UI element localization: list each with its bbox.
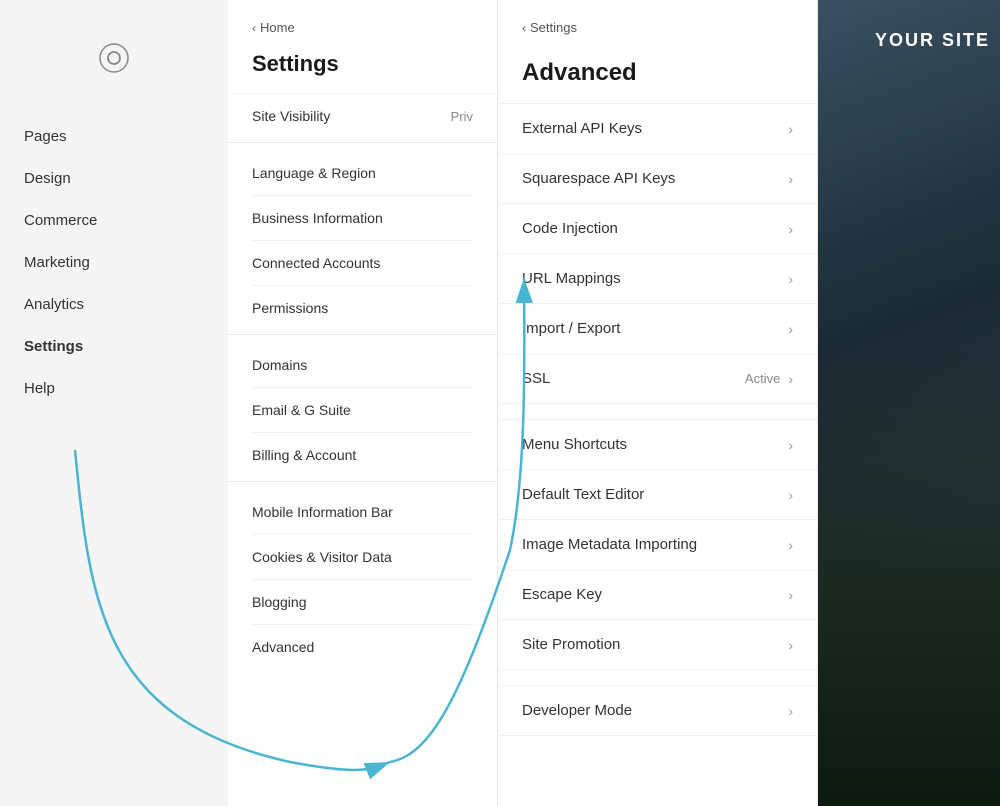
settings-panel: ‹ Home Settings Site Visibility Priv Lan… <box>228 0 498 806</box>
cookies-visitor-data-label: Cookies & Visitor Data <box>252 549 392 565</box>
squarespace-api-keys-row[interactable]: Squarespace API Keys › <box>498 154 817 204</box>
permissions-row[interactable]: Permissions <box>252 286 473 330</box>
escape-key-row[interactable]: Escape Key › <box>498 570 817 620</box>
chevron-right-icon-6: › <box>788 371 793 387</box>
preview-panel: YOUR SITE <box>818 0 1000 806</box>
email-gsuite-row[interactable]: Email & G Suite <box>252 388 473 433</box>
external-api-keys-row[interactable]: External API Keys › <box>498 104 817 154</box>
sidebar: Pages Design Commerce Marketing Analytic… <box>0 0 228 806</box>
domains-row[interactable]: Domains <box>252 343 473 388</box>
site-visibility-row[interactable]: Site Visibility Priv <box>252 94 473 138</box>
ssl-row[interactable]: SSL Active › <box>498 354 817 404</box>
site-promotion-row[interactable]: Site Promotion › <box>498 620 817 670</box>
business-information-row[interactable]: Business Information <box>252 196 473 241</box>
back-to-settings-link[interactable]: ‹ Settings <box>498 0 817 35</box>
chevron-right-icon-4: › <box>788 271 793 287</box>
settings-group-3: Mobile Information Bar Cookies & Visitor… <box>228 481 497 669</box>
advanced-title: Advanced <box>522 59 793 87</box>
chevron-right-icon-10: › <box>788 587 793 603</box>
advanced-panel-title-wrap: Advanced <box>498 51 817 104</box>
settings-group-1: Language & Region Business Information C… <box>228 142 497 330</box>
mobile-information-bar-row[interactable]: Mobile Information Bar <box>252 490 473 535</box>
back-to-settings-label: Settings <box>530 20 577 35</box>
menu-shortcuts-row[interactable]: Menu Shortcuts › <box>498 420 817 470</box>
external-api-keys-label: External API Keys <box>522 120 642 137</box>
back-to-home-link[interactable]: ‹ Home <box>252 20 473 35</box>
import-export-label: Import / Export <box>522 320 620 337</box>
permissions-label: Permissions <box>252 300 328 316</box>
import-export-row[interactable]: Import / Export › <box>498 304 817 354</box>
email-gsuite-label: Email & G Suite <box>252 402 351 418</box>
cookies-visitor-data-row[interactable]: Cookies & Visitor Data <box>252 535 473 580</box>
chevron-right-icon-7: › <box>788 437 793 453</box>
image-metadata-label: Image Metadata Importing <box>522 536 697 553</box>
ssl-label: SSL <box>522 370 550 387</box>
chevron-right-icon-2: › <box>788 171 793 187</box>
sidebar-item-analytics[interactable]: Analytics <box>24 284 204 326</box>
chevron-right-icon-8: › <box>788 487 793 503</box>
sidebar-item-help[interactable]: Help <box>24 368 204 410</box>
connected-accounts-label: Connected Accounts <box>252 255 380 271</box>
chevron-right-icon-3: › <box>788 221 793 237</box>
url-mappings-row[interactable]: URL Mappings › <box>498 254 817 304</box>
billing-account-row[interactable]: Billing & Account <box>252 433 473 477</box>
billing-account-label: Billing & Account <box>252 447 356 463</box>
back-chevron-icon-2: ‹ <box>522 21 526 35</box>
chevron-right-icon-11: › <box>788 637 793 653</box>
chevron-right-icon: › <box>788 121 793 137</box>
sidebar-item-commerce[interactable]: Commerce <box>24 200 204 242</box>
site-visibility-label: Site Visibility <box>252 108 330 124</box>
advanced-panel: ‹ Settings Advanced External API Keys › … <box>498 0 818 806</box>
preview-site-text: YOUR SITE <box>875 30 990 51</box>
back-label: Home <box>260 20 295 35</box>
preview-trees-overlay <box>818 322 1000 806</box>
connected-accounts-row[interactable]: Connected Accounts <box>252 241 473 286</box>
sidebar-item-settings[interactable]: Settings <box>24 326 204 368</box>
language-region-row[interactable]: Language & Region <box>252 151 473 196</box>
default-text-editor-row[interactable]: Default Text Editor › <box>498 470 817 520</box>
ssl-active-status: Active <box>745 371 780 386</box>
settings-group-2-section: Domains Email & G Suite Billing & Accoun… <box>228 343 497 477</box>
advanced-label: Advanced <box>252 639 314 655</box>
settings-group-2: Domains Email & G Suite Billing & Accoun… <box>228 334 497 477</box>
url-mappings-label: URL Mappings <box>522 270 621 287</box>
sidebar-nav: Pages Design Commerce Marketing Analytic… <box>0 116 228 410</box>
site-visibility-section: Site Visibility Priv <box>228 94 497 138</box>
squarespace-api-keys-label: Squarespace API Keys <box>522 170 675 187</box>
blogging-row[interactable]: Blogging <box>252 580 473 625</box>
developer-mode-label: Developer Mode <box>522 702 632 719</box>
settings-title: Settings <box>252 51 473 77</box>
advanced-row[interactable]: Advanced <box>252 625 473 669</box>
blogging-label: Blogging <box>252 594 307 610</box>
squarespace-logo-icon <box>96 40 132 76</box>
business-information-label: Business Information <box>252 210 383 226</box>
language-region-label: Language & Region <box>252 165 376 181</box>
site-promotion-label: Site Promotion <box>522 636 620 653</box>
site-visibility-value: Priv <box>451 109 473 124</box>
sidebar-item-marketing[interactable]: Marketing <box>24 242 204 284</box>
preview-background: YOUR SITE <box>818 0 1000 806</box>
chevron-right-icon-12: › <box>788 703 793 719</box>
developer-mode-row[interactable]: Developer Mode › <box>498 686 817 736</box>
ssl-right: Active › <box>745 371 793 387</box>
code-injection-label: Code Injection <box>522 220 618 237</box>
advanced-divider-2 <box>498 670 817 686</box>
settings-group-1-section: Language & Region Business Information C… <box>228 151 497 330</box>
sidebar-item-design[interactable]: Design <box>24 158 204 200</box>
back-chevron-icon: ‹ <box>252 21 256 35</box>
domains-label: Domains <box>252 357 307 373</box>
default-text-editor-label: Default Text Editor <box>522 486 644 503</box>
settings-panel-header: ‹ Home Settings <box>228 0 497 94</box>
mobile-information-bar-label: Mobile Information Bar <box>252 504 393 520</box>
sidebar-item-pages[interactable]: Pages <box>24 116 204 158</box>
logo-area <box>0 20 228 116</box>
chevron-right-icon-9: › <box>788 537 793 553</box>
advanced-divider <box>498 404 817 420</box>
menu-shortcuts-label: Menu Shortcuts <box>522 436 627 453</box>
escape-key-label: Escape Key <box>522 586 602 603</box>
image-metadata-row[interactable]: Image Metadata Importing › <box>498 520 817 570</box>
chevron-right-icon-5: › <box>788 321 793 337</box>
settings-group-3-section: Mobile Information Bar Cookies & Visitor… <box>228 490 497 669</box>
code-injection-row[interactable]: Code Injection › <box>498 204 817 254</box>
